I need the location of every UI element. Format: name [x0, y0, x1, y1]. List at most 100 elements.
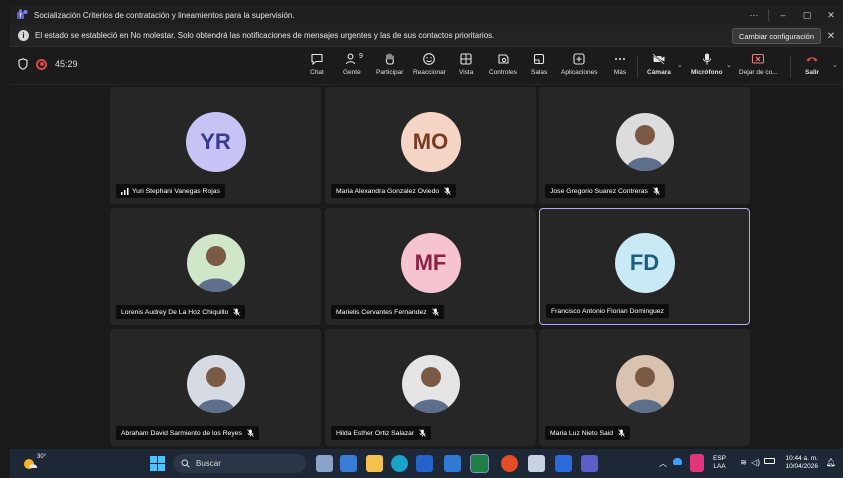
minimize-button[interactable]: – — [771, 5, 795, 25]
notifications-bell-icon[interactable]: 🔔︎ — [826, 458, 836, 467]
participant-avatar: YR — [185, 111, 246, 172]
more-options-button[interactable]: ··· — [742, 5, 766, 25]
dnd-notification-bar: i El estado se estableció en No molestar… — [10, 25, 843, 47]
title-bar: T Socialización Criterios de contratació… — [10, 5, 843, 25]
chrome-browser-icon[interactable] — [501, 455, 518, 472]
participant-tile[interactable]: YR Yuri Stephani Vanegas Rojas — [110, 87, 321, 204]
participant-avatar: FD — [614, 232, 675, 293]
participant-tile[interactable]: FD Francisco Antonio Florian Dominguez — [539, 208, 750, 325]
microphone-in-use-icon[interactable] — [690, 454, 704, 472]
react-button[interactable]: Reaccionar — [413, 52, 446, 82]
taskbar-search-box[interactable]: Buscar — [173, 454, 306, 473]
teams-meeting-window: T Socialización Criterios de contratació… — [0, 0, 843, 478]
word-app-icon[interactable] — [555, 455, 572, 472]
volume-icon[interactable]: ◁) — [751, 458, 760, 467]
windows-start-icon[interactable] — [150, 456, 165, 471]
more-button[interactable]: Más — [613, 52, 627, 82]
weather-widget[interactable]: 30° — [20, 453, 46, 478]
participant-photo — [401, 354, 460, 413]
recording-icon — [36, 58, 47, 70]
apps-label: Aplicaciones — [561, 69, 598, 76]
react-label: Reaccionar — [413, 69, 446, 76]
mic-options-chevron-icon[interactable]: ⌄ — [726, 61, 732, 69]
show-hidden-icons-chevron-icon[interactable]: ︿ — [659, 458, 667, 469]
chat-icon — [311, 53, 323, 66]
participant-photo — [615, 112, 674, 171]
teams-app-icon[interactable] — [581, 455, 598, 472]
camera-options-chevron-icon[interactable]: ⌄ — [677, 61, 683, 69]
close-button[interactable]: ✕ — [819, 5, 843, 25]
search-placeholder: Buscar — [196, 459, 221, 468]
participant-photo — [186, 354, 245, 413]
participant-name-tag: Marielis Cervantes Fernandez — [331, 305, 444, 319]
keyboard-layout-code: LAA — [713, 463, 726, 470]
outlook-app-icon[interactable] — [444, 455, 461, 472]
controls-button[interactable]: Controles — [489, 52, 517, 82]
person-photo-icon — [196, 245, 235, 292]
change-settings-button[interactable]: Cambiar configuración — [731, 28, 821, 44]
close-notification-button[interactable]: ✕ — [824, 28, 838, 44]
participant-tile[interactable]: Jose Gregorio Suarez Contreras — [539, 87, 750, 204]
participant-tile[interactable]: Lorenis Audrey De La Hoz Chiquillo — [110, 208, 321, 325]
notification-message: El estado se estableció en No molestar. … — [35, 31, 495, 40]
participant-name: Hilda Esther Ortiz Salazar — [336, 429, 415, 437]
battery-icon[interactable] — [764, 458, 775, 464]
participant-name: Maria Alexandra Gonzalez Oviedo — [336, 187, 440, 195]
divider — [768, 9, 769, 21]
meeting-status: 45:29 — [18, 58, 78, 70]
participant-name-tag: Abraham David Sarmiento de los Reyes — [116, 426, 259, 440]
participant-name-tag: Jose Gregorio Suarez Contreras — [545, 184, 665, 198]
maximize-button[interactable]: ▢ — [795, 5, 819, 25]
mail-app-icon[interactable] — [416, 455, 433, 472]
participant-tile[interactable]: Maria Luz Nieto Said — [539, 329, 750, 446]
rooms-button[interactable]: Salas — [531, 52, 547, 82]
file-explorer-icon[interactable] — [366, 455, 383, 472]
mic-muted-icon — [419, 429, 426, 437]
participant-tile[interactable]: MF Marielis Cervantes Fernandez — [325, 208, 536, 325]
chat-button[interactable]: Chat — [310, 52, 324, 82]
participant-tile[interactable]: MO Maria Alexandra Gonzalez Oviedo — [325, 87, 536, 204]
view-button[interactable]: Vista — [459, 52, 473, 82]
task-view-icon[interactable] — [316, 455, 333, 472]
keyboard-language[interactable]: ESP LAA — [713, 455, 726, 471]
view-label: Vista — [459, 69, 474, 76]
mic-muted-icon — [653, 187, 660, 195]
people-button[interactable]: Gente 9 — [343, 52, 363, 82]
apps-button[interactable]: Aplicaciones — [561, 52, 598, 82]
participant-tile[interactable]: Hilda Esther Ortiz Salazar — [325, 329, 536, 446]
leave-options-chevron-icon[interactable]: ⌄ — [832, 61, 838, 69]
stop-sharing-button[interactable]: Dejar de co... — [739, 52, 778, 82]
edge-browser-icon[interactable] — [391, 455, 408, 472]
shield-icon[interactable] — [18, 58, 28, 70]
controls-label: Controles — [489, 69, 517, 76]
widgets-app-icon[interactable] — [340, 455, 357, 472]
camera-icon — [652, 53, 665, 65]
snipping-tool-icon[interactable] — [528, 455, 545, 472]
leave-button[interactable]: Salir — [805, 52, 819, 82]
window-controls: ··· – ▢ ✕ — [742, 5, 843, 25]
participant-tile[interactable]: Abraham David Sarmiento de los Reyes — [110, 329, 321, 446]
participant-name-tag: Maria Alexandra Gonzalez Oviedo — [331, 184, 457, 198]
people-icon — [345, 53, 355, 65]
signal-strength-icon — [121, 187, 129, 195]
participant-avatar: MO — [400, 111, 461, 172]
divider — [637, 56, 638, 78]
stop-sharing-label: Dejar de co... — [739, 69, 778, 76]
onedrive-icon[interactable] — [673, 458, 682, 465]
camera-label: Cámara — [647, 69, 671, 76]
camera-button[interactable]: Cámara — [647, 52, 671, 82]
microphone-icon — [702, 53, 711, 65]
weather-temperature: 30° — [37, 454, 47, 460]
wifi-icon[interactable]: ≋ — [740, 458, 747, 467]
raise-hand-button[interactable]: Participar — [376, 52, 403, 82]
add-app-icon — [573, 53, 585, 65]
participant-name: Yuri Stephani Vanegas Rojas — [132, 187, 220, 195]
mic-muted-icon — [233, 308, 241, 316]
taskbar-clock[interactable]: 10:44 a. m. 10/04/2026 — [785, 455, 818, 471]
mic-muted-icon — [444, 187, 451, 195]
microphone-button[interactable]: Micrófono — [691, 52, 722, 82]
excel-app-icon[interactable] — [470, 454, 489, 473]
participant-name: Maria Luz Nieto Said — [550, 429, 614, 437]
participant-name-tag: Francisco Antonio Florian Dominguez — [546, 304, 669, 318]
language-code: ESP — [712, 455, 726, 462]
